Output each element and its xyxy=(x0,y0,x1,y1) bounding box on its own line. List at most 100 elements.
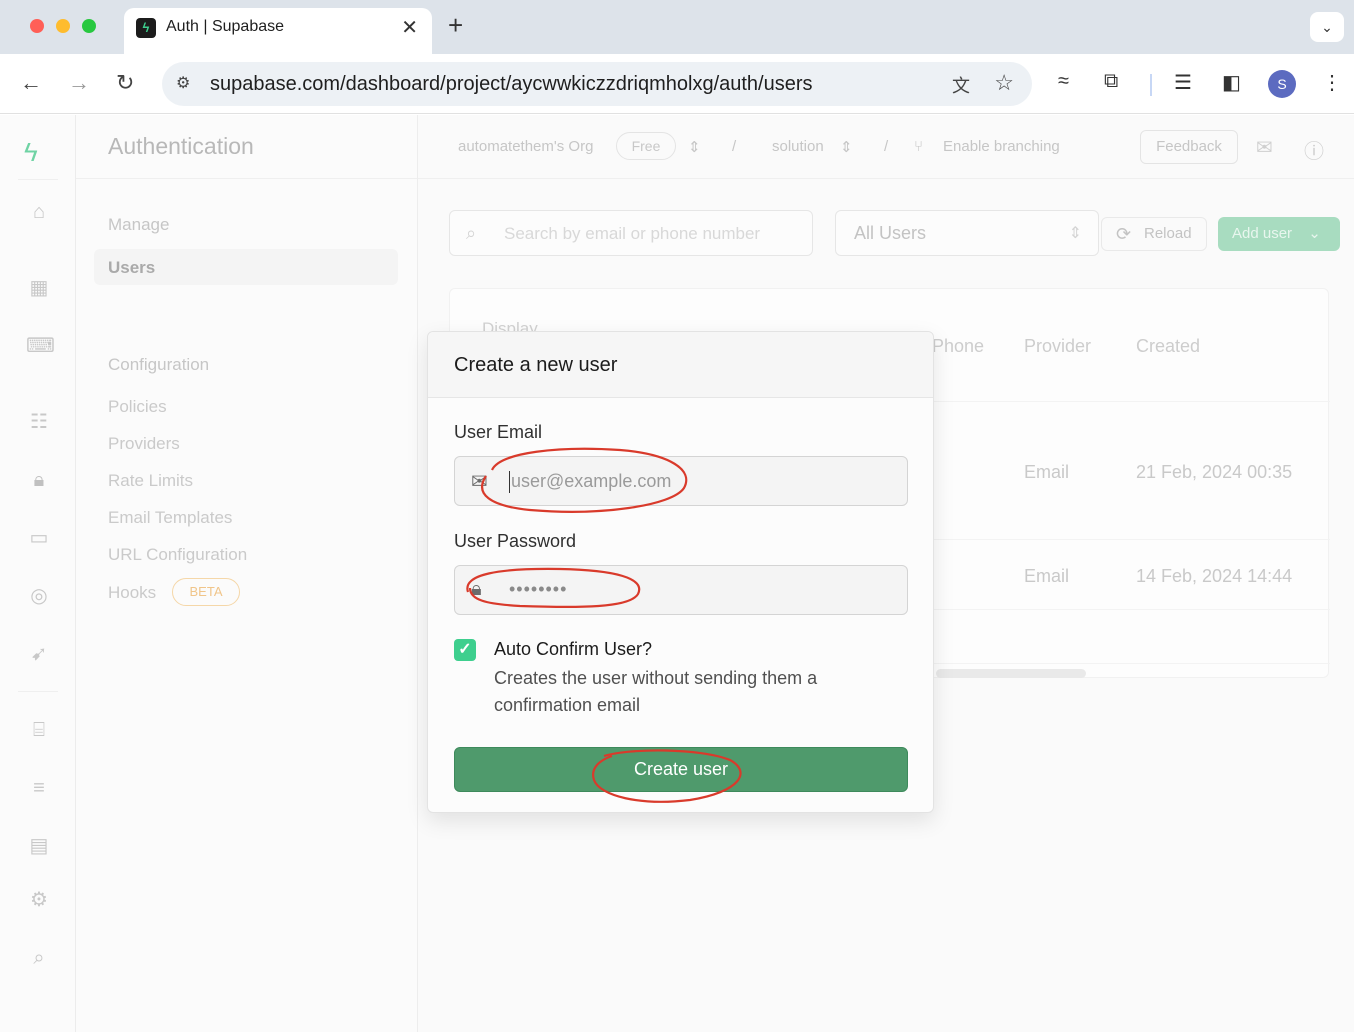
edge-functions-icon[interactable]: ➹ xyxy=(26,641,52,667)
settings-gear-icon[interactable]: ⚙ xyxy=(26,887,52,913)
minimize-window-button[interactable] xyxy=(56,19,70,33)
side-panel-icon[interactable]: ◧ xyxy=(1222,70,1241,95)
email-label: User Email xyxy=(454,422,543,442)
auto-confirm-checkbox[interactable]: ✓ xyxy=(454,639,476,661)
section-manage: Manage xyxy=(108,215,170,234)
sql-editor-icon[interactable]: ⌨ xyxy=(26,333,55,359)
project-topbar: automatethem's Org Free ⇕ / solution ⇕ /… xyxy=(418,115,1354,179)
address-bar[interactable]: ⚙ supabase.com/dashboard/project/aycwwki… xyxy=(162,62,1032,106)
sidebar-item-hooks[interactable]: Hooks xyxy=(108,583,156,603)
sidebar-item-users[interactable]: Users xyxy=(108,258,155,278)
user-email-input[interactable]: ✉ user@example.com xyxy=(454,456,908,506)
inbox-icon[interactable]: ✉ xyxy=(1256,135,1273,160)
extensions-puzzle-icon[interactable]: ⧉ xyxy=(1104,70,1118,93)
modal-header: Create a new user xyxy=(428,332,933,398)
project-switch-chevron-icon[interactable]: ⇕ xyxy=(840,138,853,156)
forward-arrow-icon[interactable]: → xyxy=(68,70,90,96)
maximize-window-button[interactable] xyxy=(82,19,96,33)
breadcrumb-org[interactable]: automatethem's Org xyxy=(458,138,593,155)
column-header-created: Created xyxy=(1136,336,1201,356)
sidebar-item-email-templates[interactable]: Email Templates xyxy=(108,508,232,528)
browser-toolbar: ← → ↻ ⚙ supabase.com/dashboard/project/a… xyxy=(0,54,1354,114)
reload-icon[interactable]: ↻ xyxy=(116,70,134,96)
select-chevron-icon: ⇕ xyxy=(1068,225,1082,242)
help-icon[interactable]: ⓘ xyxy=(1304,135,1324,164)
column-header-provider: Provider xyxy=(1024,336,1092,356)
refresh-icon: ⟳ xyxy=(1116,224,1132,244)
tab-title: Auth | Supabase xyxy=(166,18,285,35)
toolbar-separator xyxy=(1150,74,1152,96)
left-icon-nav: ϟ ⌂ ▦ ⌨ ☷ 🔒︎ ▭ ◎ ➹ ⌸ ≡ ▤ ⚙ ⌕ xyxy=(0,115,76,1032)
tab-close-icon[interactable]: ✕ xyxy=(401,15,418,40)
auto-confirm-description: Creates the user without sending them a … xyxy=(494,668,818,715)
reports-icon[interactable]: ⌸ xyxy=(26,717,52,743)
reload-label: Reload xyxy=(1144,225,1192,242)
enable-branching-button[interactable]: Enable branching xyxy=(943,138,1060,155)
sidebar-title: Authentication xyxy=(108,133,254,159)
user-password-input[interactable]: 🔒︎ •••••••• xyxy=(454,565,908,615)
back-arrow-icon[interactable]: ← xyxy=(20,70,42,96)
table-editor-icon[interactable]: ▦ xyxy=(26,275,52,301)
bookmark-star-icon[interactable]: ☆ xyxy=(994,70,1014,96)
sidebar-header: Authentication xyxy=(76,115,417,179)
sidebar-item-policies[interactable]: Policies xyxy=(108,397,167,417)
reading-list-icon[interactable]: ☰ xyxy=(1174,70,1192,95)
chevron-down-icon: ⌄ xyxy=(1308,225,1321,242)
auth-lock-icon[interactable]: 🔒︎ xyxy=(26,467,52,493)
mail-icon: ✉ xyxy=(471,471,488,493)
feedback-button[interactable]: Feedback xyxy=(1140,130,1238,164)
realtime-icon[interactable]: ◎ xyxy=(26,583,52,609)
auto-confirm-label: Auto Confirm User? xyxy=(494,639,653,659)
close-window-button[interactable] xyxy=(30,19,44,33)
supabase-logo-icon[interactable]: ϟ xyxy=(24,137,38,168)
password-label: User Password xyxy=(454,531,577,551)
column-header-phone: Phone xyxy=(932,336,985,356)
org-switch-chevron-icon[interactable]: ⇕ xyxy=(688,138,701,156)
auth-sidebar: Authentication Manage Users Configuratio… xyxy=(76,115,418,1032)
database-icon[interactable]: ☷ xyxy=(26,409,52,435)
lock-icon: 🔒︎ xyxy=(471,578,482,600)
url-text[interactable]: supabase.com/dashboard/project/aycwwkicz… xyxy=(210,73,813,96)
add-user-label: Add user xyxy=(1232,225,1293,242)
branch-icon: ⑂ xyxy=(914,138,924,155)
section-configuration: Configuration xyxy=(108,355,210,374)
search-icon[interactable]: ⌕ xyxy=(26,945,52,971)
breadcrumb-separator: / xyxy=(884,138,889,155)
user-filter-select[interactable]: All Users ⇕ xyxy=(835,210,1099,256)
new-tab-button[interactable]: + xyxy=(448,10,463,41)
browser-tab-bar: ϟ Auth | Supabase ✕ + ⌄ xyxy=(0,0,1354,54)
tab-search-button[interactable]: ⌄ xyxy=(1310,12,1344,42)
profile-avatar[interactable]: S xyxy=(1268,70,1296,98)
site-settings-icon[interactable]: ⚙ xyxy=(176,73,190,93)
sidebar-item-url-configuration[interactable]: URL Configuration xyxy=(108,545,247,565)
password-value: •••••••• xyxy=(509,579,568,599)
row-provider: Email xyxy=(1024,462,1070,482)
browser-menu-icon[interactable]: ⋮ xyxy=(1322,70,1342,95)
create-user-modal: Create a new user User Email ✉ user@exam… xyxy=(427,331,934,813)
search-placeholder: Search by email or phone number xyxy=(504,224,761,243)
browser-tab-active[interactable]: ϟ Auth | Supabase ✕ xyxy=(124,8,432,54)
supabase-favicon-icon: ϟ xyxy=(136,18,156,38)
search-icon: ⌕ xyxy=(466,223,477,243)
horizontal-scrollbar[interactable] xyxy=(936,669,1086,678)
sidebar-item-providers[interactable]: Providers xyxy=(108,434,180,454)
create-user-button[interactable]: Create user xyxy=(454,747,908,792)
reload-button[interactable]: ⟳ Reload xyxy=(1101,217,1207,251)
sidebar-item-rate-limits[interactable]: Rate Limits xyxy=(108,471,193,491)
api-docs-icon[interactable]: ▤ xyxy=(26,833,52,859)
nav-divider xyxy=(18,691,58,692)
row-provider: Email xyxy=(1024,566,1070,586)
row-created: 21 Feb, 2024 00:35 xyxy=(1136,462,1293,482)
row-created: 14 Feb, 2024 14:44 xyxy=(1136,566,1293,586)
user-search-input[interactable]: ⌕ Search by email or phone number xyxy=(449,210,813,256)
add-user-button[interactable]: Add user ⌄ xyxy=(1218,217,1340,251)
email-placeholder: user@example.com xyxy=(511,471,672,491)
breadcrumb-project[interactable]: solution xyxy=(772,138,824,155)
breadcrumb-separator: / xyxy=(732,138,737,155)
filter-selected-value: All Users xyxy=(854,223,927,243)
logs-icon[interactable]: ≡ xyxy=(26,775,52,801)
storage-icon[interactable]: ▭ xyxy=(26,525,52,551)
home-icon[interactable]: ⌂ xyxy=(26,199,52,225)
translate-icon[interactable]: 文 xyxy=(952,72,970,98)
extension-icon[interactable]: ≈ xyxy=(1058,70,1069,93)
